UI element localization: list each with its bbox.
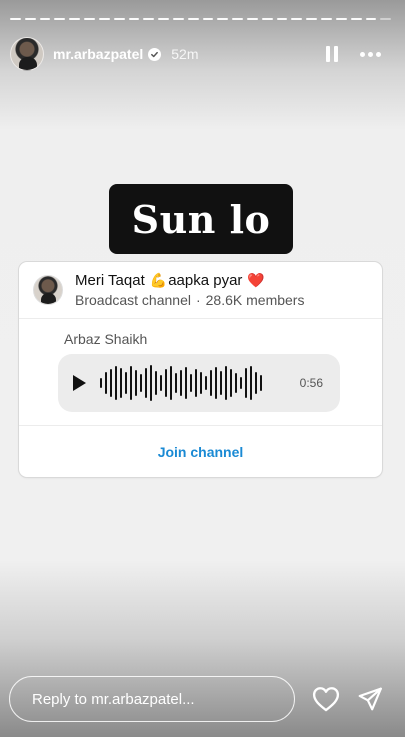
progress-segment [54,18,66,20]
join-channel-button[interactable]: Join channel [158,444,244,460]
verified-badge-icon [148,47,162,61]
progress-segment [365,18,377,20]
progress-segment [98,18,110,20]
waveform-bar [210,370,212,396]
progress-segment [217,18,229,20]
reply-input[interactable]: Reply to mr.arbazpatel... [9,676,295,722]
progress-segment [10,18,21,20]
waveform-bar [205,376,207,390]
channel-card[interactable]: Meri Taqat 💪 aapka pyar ❤️ Broadcast cha… [19,262,382,477]
story-header: mr.arbazpatel 52m [10,36,395,72]
progress-segment [261,18,273,20]
waveform-bar [250,366,252,400]
progress-segment [172,18,184,20]
waveform-bar [215,367,217,399]
waveform-bar [115,366,117,400]
progress-segment [39,18,51,20]
progress-segment [158,18,169,20]
channel-avatar [33,275,63,305]
channel-name-part1: Meri Taqat [75,272,145,289]
waveform-bar [105,372,107,394]
waveform-bar [185,367,187,399]
waveform-bar [125,372,127,394]
pause-icon[interactable] [326,46,338,62]
timestamp: 52m [171,46,199,62]
progress-segment [335,18,347,20]
voice-duration: 0:56 [299,376,323,390]
waveform-bar [120,368,122,398]
waveform-bar [255,372,257,394]
waveform-bar [245,368,247,398]
channel-meta: Broadcast channel · 28.6K members [75,292,304,308]
progress-segment [306,18,318,20]
waveform-bar [160,375,162,391]
send-icon[interactable] [357,686,383,712]
text-sticker: Sun lo [109,184,293,254]
channel-name: Meri Taqat 💪 aapka pyar ❤️ [75,272,304,289]
progress-segment [113,18,125,20]
waveform-bar [100,378,102,388]
progress-segment [276,18,288,20]
waveform-bar [200,372,202,394]
waveform-bar [190,374,192,392]
waveform-bar [235,373,237,393]
progress-segment [321,18,332,20]
progress-segment [380,18,392,20]
waveform [100,365,262,401]
message-sender: Arbaz Shaikh [64,331,148,347]
more-icon[interactable] [360,51,381,57]
waveform-bar [225,366,227,400]
avatar[interactable] [10,37,44,71]
meta-separator: · [195,292,201,308]
channel-card-header[interactable]: Meri Taqat 💪 aapka pyar ❤️ Broadcast cha… [19,262,382,319]
play-icon[interactable] [73,375,86,391]
story-progress-bar [10,18,392,20]
progress-segment [24,18,36,20]
progress-segment [128,18,140,20]
waveform-bar [195,369,197,397]
red-heart-emoji: ❤️ [247,272,265,288]
channel-type: Broadcast channel [75,292,191,308]
waveform-bar [140,374,142,392]
channel-name-part2: aapka pyar [168,272,243,289]
waveform-bar [150,365,152,401]
waveform-bar [220,371,222,395]
waveform-bar [240,377,242,389]
waveform-bar [170,366,172,400]
username[interactable]: mr.arbazpatel [53,46,143,62]
progress-segment [350,18,362,20]
waveform-bar [110,369,112,397]
waveform-bar [175,373,177,393]
progress-segment [143,18,155,20]
progress-segment [247,18,258,20]
waveform-bar [135,370,137,396]
progress-segment [187,18,199,20]
waveform-bar [180,370,182,396]
waveform-bar [260,375,262,391]
member-count: 28.6K members [205,292,305,308]
story-viewer[interactable]: mr.arbazpatel 52m Sun lo Meri Taqat 💪 aa… [0,0,405,737]
heart-icon[interactable] [312,686,340,712]
waveform-bar [155,371,157,395]
waveform-bar [230,369,232,397]
flexed-biceps-emoji: 💪 [149,272,168,288]
progress-segment [69,18,81,20]
progress-segment [232,18,243,20]
waveform-bar [165,369,167,397]
waveform-bar [145,368,147,398]
waveform-bar [130,366,132,400]
progress-segment [291,18,303,20]
voice-message[interactable]: 0:56 [58,354,340,412]
progress-segment [84,18,95,20]
progress-segment [202,18,214,20]
